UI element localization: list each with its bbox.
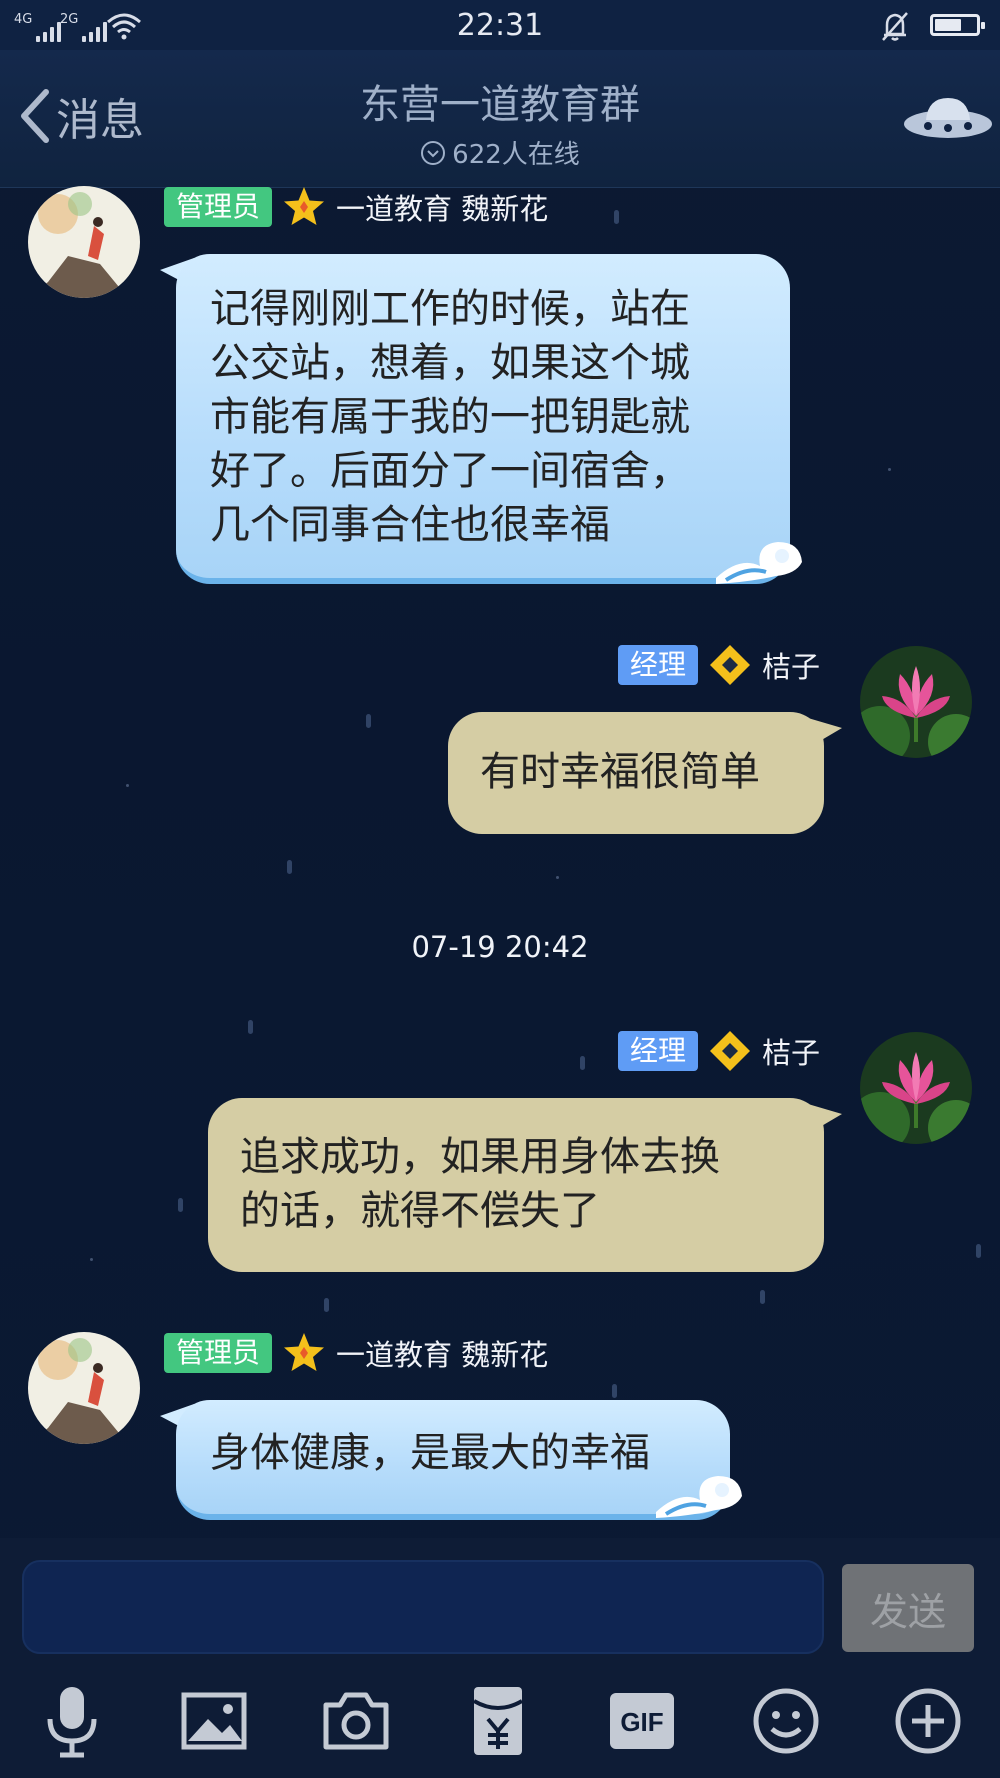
status-time: 22:31: [456, 8, 544, 43]
chat-screen: 4G 2G 22:31 消息 东营一道教育群 622人在线 管理员 一道教育 魏…: [0, 0, 1000, 1778]
emoji-icon[interactable]: [748, 1683, 824, 1759]
star-level-icon: [284, 187, 325, 225]
input-toolbar: GIF: [0, 1683, 1000, 1769]
message-line: 身体健康，是最大的幸福: [210, 1430, 650, 1476]
message-bubble[interactable]: 记得刚刚工作的时候，站在 公交站，想着，如果这个城 市能有属于我的一把钥匙就 好…: [176, 254, 790, 584]
message-line: 市能有属于我的一把钥匙就: [210, 394, 690, 440]
message-line: 的话，就得不偿失了: [240, 1188, 600, 1234]
sender-name: 一道教育 魏新花: [336, 1338, 549, 1372]
image-icon[interactable]: [176, 1683, 252, 1759]
group-title[interactable]: 东营一道教育群: [0, 72, 1000, 130]
message-line: 几个同事合住也很幸福: [210, 502, 610, 548]
avatar-painting-icon: [28, 1332, 140, 1444]
input-area: 发送 GIF: [0, 1538, 1000, 1778]
message-bubble[interactable]: 有时幸福很简单: [448, 712, 824, 834]
bg-sparkle: [614, 210, 619, 224]
online-count-label: 622人在线: [452, 140, 580, 170]
sender-name: 桔子: [762, 1036, 821, 1070]
avatar[interactable]: [28, 186, 140, 298]
bg-sparkle: [976, 1244, 981, 1258]
star-level-icon: [284, 1333, 325, 1371]
message-line: 追求成功，如果用身体去换: [240, 1134, 720, 1180]
bg-sparkle: [90, 1258, 93, 1261]
diamond-level-icon: [710, 645, 751, 685]
avatar[interactable]: [860, 646, 972, 758]
sender-name-row: 管理员 一道教育 魏新花: [164, 186, 548, 228]
bg-sparkle: [324, 1298, 329, 1312]
sender-name-row: 经理 桔子: [618, 644, 820, 686]
plus-icon[interactable]: [890, 1683, 966, 1759]
microphone-icon[interactable]: [34, 1683, 110, 1759]
wave-decoration-icon: [716, 542, 802, 584]
wave-decoration-icon: [656, 1476, 742, 1518]
chat-header: 消息 东营一道教育群 622人在线: [0, 50, 1000, 188]
sender-name-row: 经理 桔子: [618, 1030, 820, 1072]
sender-name: 一道教育 魏新花: [336, 192, 549, 226]
sender-name-row: 管理员 一道教育 魏新花: [164, 1332, 548, 1374]
battery-icon: [930, 14, 985, 36]
bg-sparkle: [760, 1290, 765, 1304]
gif-label: GIF: [620, 1707, 663, 1737]
message-bubble[interactable]: 身体健康，是最大的幸福: [176, 1400, 730, 1520]
message-line: 好了。后面分了一间宿舍，: [210, 448, 690, 494]
diamond-level-icon: [710, 1031, 751, 1071]
sender-name: 桔子: [762, 650, 821, 684]
camera-icon[interactable]: [318, 1683, 394, 1759]
bell-muted-icon: [882, 12, 908, 41]
bg-sparkle: [888, 468, 891, 471]
online-check-icon: [421, 140, 446, 165]
message-line: 公交站，想着，如果这个城: [210, 340, 690, 386]
status-bar: 4G 2G 22:31: [0, 0, 1000, 50]
red-packet-icon[interactable]: [460, 1683, 536, 1759]
admin-badge: 管理员: [164, 1333, 273, 1373]
manager-badge: 经理: [618, 645, 699, 685]
bg-sparkle: [178, 1198, 183, 1212]
online-count[interactable]: 622人在线: [0, 134, 1000, 171]
bg-sparkle: [556, 876, 559, 879]
message-bubble[interactable]: 追求成功，如果用身体去换 的话，就得不偿失了: [208, 1098, 824, 1272]
manager-badge: 经理: [618, 1031, 699, 1071]
message-line: 有时幸福很简单: [480, 749, 760, 795]
bg-sparkle: [126, 784, 129, 787]
bg-sparkle: [287, 860, 292, 874]
ufo-icon[interactable]: [902, 90, 994, 146]
avatar-painting-icon: [28, 186, 140, 298]
avatar[interactable]: [860, 1032, 972, 1144]
avatar[interactable]: [28, 1332, 140, 1444]
avatar-lotus-icon: [860, 1032, 972, 1144]
message-input[interactable]: [22, 1560, 824, 1654]
gif-icon[interactable]: GIF: [604, 1683, 680, 1759]
timestamp: 07-19 20:42: [411, 930, 589, 964]
bg-sparkle: [612, 1384, 617, 1398]
message-line: 记得刚刚工作的时候，站在: [210, 286, 690, 332]
avatar-lotus-icon: [860, 646, 972, 758]
admin-badge: 管理员: [164, 187, 273, 227]
bg-sparkle: [366, 714, 371, 728]
send-button[interactable]: 发送: [842, 1564, 974, 1652]
bg-sparkle: [580, 1056, 585, 1070]
bg-sparkle: [248, 1020, 253, 1034]
